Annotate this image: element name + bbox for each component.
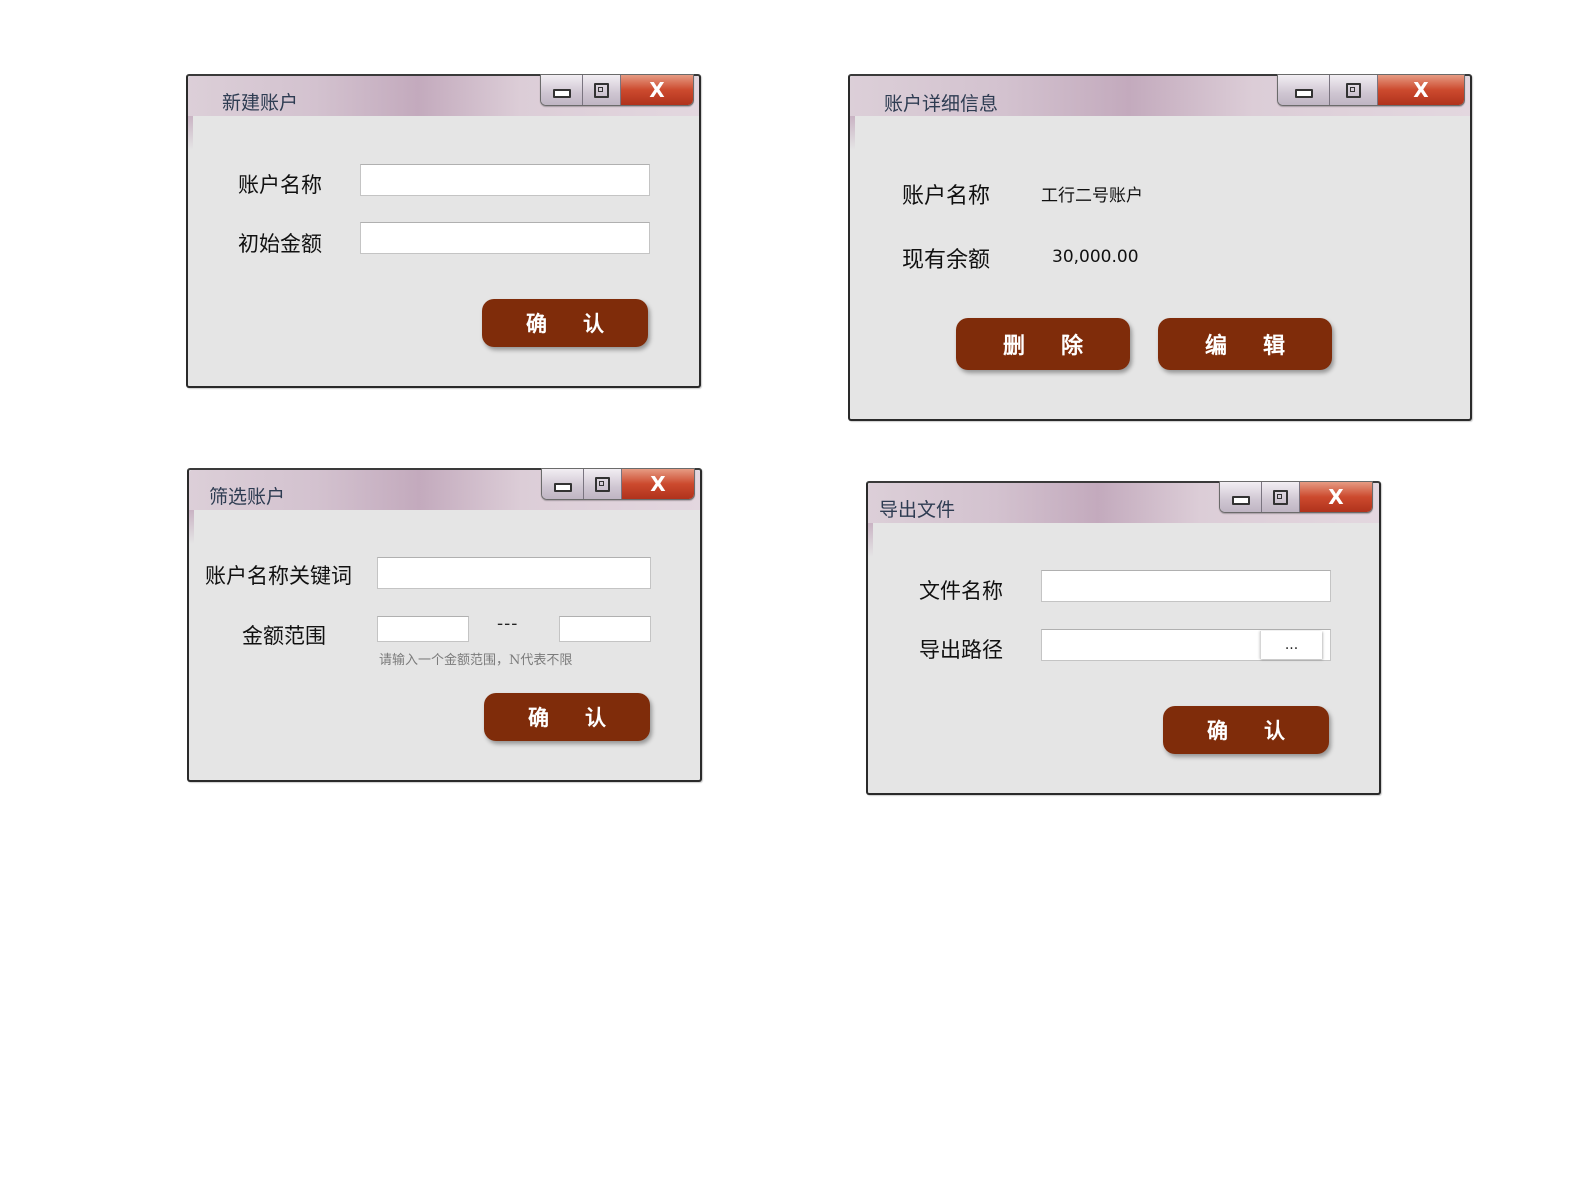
close-button[interactable]: X bbox=[1378, 75, 1464, 105]
close-icon: X bbox=[1413, 78, 1429, 102]
close-button[interactable]: X bbox=[622, 469, 694, 499]
dialog-title: 导出文件 bbox=[879, 499, 956, 521]
maximize-button[interactable] bbox=[584, 469, 622, 499]
export-path-label: 导出路径 bbox=[919, 638, 1003, 662]
dialog-title: 筛选账户 bbox=[209, 486, 286, 508]
close-button[interactable]: X bbox=[621, 75, 693, 105]
export-file-dialog: 导出文件 X 文件名称 导出路径 ... 确认 bbox=[866, 481, 1381, 795]
keyword-label: 账户名称关键词 bbox=[205, 564, 352, 588]
dialog-title: 新建账户 bbox=[222, 92, 299, 114]
confirm-button[interactable]: 确认 bbox=[1163, 706, 1329, 754]
range-hint: 请输入一个金额范围，N代表不限 bbox=[379, 653, 573, 668]
amount-range-label: 金额范围 bbox=[242, 624, 326, 648]
maximize-icon bbox=[594, 82, 609, 98]
maximize-icon bbox=[1346, 82, 1361, 98]
confirm-button[interactable]: 确认 bbox=[482, 299, 648, 347]
browse-button[interactable]: ... bbox=[1260, 631, 1322, 659]
account-detail-titlebar[interactable]: 账户详细信息 X bbox=[850, 74, 1470, 150]
new-account-dialog: 新建账户 X 账户名称 初始金额 确认 bbox=[186, 74, 701, 388]
account-detail-dialog: 账户详细信息 X 账户名称 工行二号账户 现有余额 30,000.00 删除 编… bbox=[848, 74, 1472, 421]
minimize-button[interactable] bbox=[541, 75, 583, 105]
minimize-button[interactable] bbox=[1220, 482, 1262, 512]
balance-label: 现有余额 bbox=[902, 248, 991, 273]
minimize-button[interactable] bbox=[542, 469, 584, 499]
window-controls: X bbox=[541, 468, 695, 500]
confirm-button[interactable]: 确认 bbox=[484, 693, 650, 741]
close-icon: X bbox=[1328, 485, 1344, 509]
initial-amount-input[interactable] bbox=[360, 222, 650, 254]
window-controls: X bbox=[1219, 481, 1373, 513]
edit-button[interactable]: 编辑 bbox=[1158, 318, 1332, 370]
minimize-icon bbox=[1231, 495, 1250, 505]
maximize-icon bbox=[1273, 489, 1288, 505]
account-name-input[interactable] bbox=[360, 164, 650, 196]
max-amount-input[interactable] bbox=[559, 616, 651, 642]
close-icon: X bbox=[649, 78, 665, 102]
filter-account-titlebar[interactable]: 筛选账户 X bbox=[189, 468, 700, 544]
balance-value: 30,000.00 bbox=[1052, 247, 1139, 267]
minimize-icon bbox=[552, 88, 571, 98]
min-amount-input[interactable] bbox=[377, 616, 469, 642]
range-separator: --- bbox=[497, 614, 519, 634]
account-name-value: 工行二号账户 bbox=[1041, 186, 1143, 206]
maximize-button[interactable] bbox=[1330, 75, 1378, 105]
account-name-label: 账户名称 bbox=[902, 184, 991, 209]
initial-amount-label: 初始金额 bbox=[238, 232, 322, 256]
minimize-icon bbox=[1294, 88, 1313, 98]
close-icon: X bbox=[650, 472, 666, 496]
keyword-input[interactable] bbox=[377, 557, 651, 589]
file-name-input[interactable] bbox=[1041, 570, 1331, 602]
export-file-titlebar[interactable]: 导出文件 X bbox=[868, 481, 1379, 557]
maximize-icon bbox=[595, 476, 610, 492]
window-controls: X bbox=[540, 74, 694, 106]
maximize-button[interactable] bbox=[1262, 482, 1300, 512]
window-controls: X bbox=[1277, 74, 1465, 106]
minimize-icon bbox=[553, 482, 572, 492]
maximize-button[interactable] bbox=[583, 75, 621, 105]
delete-button[interactable]: 删除 bbox=[956, 318, 1130, 370]
account-name-label: 账户名称 bbox=[238, 173, 322, 197]
new-account-titlebar[interactable]: 新建账户 X bbox=[188, 74, 699, 150]
file-name-label: 文件名称 bbox=[919, 579, 1003, 603]
dialog-title: 账户详细信息 bbox=[884, 93, 999, 115]
filter-account-dialog: 筛选账户 X 账户名称关键词 金额范围 --- 请输入一个金额范围，N代表不限 … bbox=[187, 468, 702, 782]
minimize-button[interactable] bbox=[1278, 75, 1330, 105]
close-button[interactable]: X bbox=[1300, 482, 1372, 512]
